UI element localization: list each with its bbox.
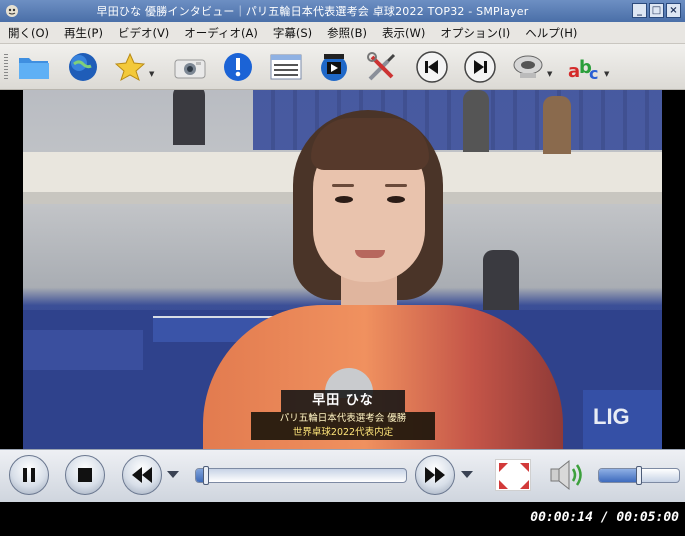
open-file-button[interactable] — [16, 49, 52, 85]
favorites-button[interactable] — [112, 49, 148, 85]
screenshot-button[interactable] — [172, 49, 208, 85]
interview-caption: 早田 ひな パリ五輪日本代表選考会 優勝 世界卓球2022代表内定 — [251, 390, 435, 440]
speaker-icon — [550, 459, 582, 491]
table-tennis-table — [23, 330, 143, 370]
menu-open[interactable]: 開く(O) — [8, 25, 49, 41]
maximize-button[interactable]: □ — [649, 3, 664, 18]
folder-icon — [19, 58, 49, 79]
pause-button[interactable] — [9, 455, 49, 495]
volume-handle[interactable] — [636, 466, 642, 485]
menu-view[interactable]: 表示(W) — [382, 25, 425, 41]
open-url-button[interactable] — [65, 49, 101, 85]
globe-icon — [69, 53, 97, 81]
minimize-button[interactable]: _ — [632, 3, 647, 18]
menu-help[interactable]: ヘルプ(H) — [525, 25, 577, 41]
audio-dropdown-arrow[interactable]: ▼ — [547, 70, 552, 78]
player-eye — [335, 196, 353, 203]
video-frame: LIG 早田 ひな パリ五輪日本代表選考会 優勝 世界卓球2022代表内定 — [23, 90, 662, 449]
menu-options[interactable]: オプション(I) — [440, 25, 510, 41]
stop-icon — [78, 468, 92, 482]
subtitles-menu-icon: abc — [568, 57, 598, 83]
star-icon — [115, 52, 145, 82]
fullscreen-button[interactable] — [495, 459, 531, 491]
player-bangs — [311, 118, 429, 170]
menu-audio[interactable]: オーディオ(A) — [184, 25, 258, 41]
file-info-button[interactable] — [220, 49, 256, 85]
playlist-button[interactable] — [268, 49, 304, 85]
video-settings-icon — [321, 54, 347, 81]
audio-menu-icon — [513, 55, 543, 78]
previous-icon — [416, 51, 448, 83]
previous-button[interactable] — [414, 49, 450, 85]
background-person — [463, 90, 489, 152]
subtitles-dropdown-arrow[interactable]: ▼ — [604, 70, 609, 78]
info-icon — [224, 53, 252, 81]
audio-track-button[interactable] — [510, 49, 546, 85]
preferences-icon — [367, 52, 396, 81]
preferences-button[interactable] — [364, 49, 400, 85]
fullscreen-icon — [499, 463, 529, 489]
caption-name: 早田 ひな — [281, 390, 405, 412]
next-icon — [464, 51, 496, 83]
background-person — [543, 96, 571, 154]
favorites-dropdown-arrow[interactable]: ▼ — [149, 70, 154, 78]
rewind-icon — [132, 467, 152, 483]
player-mouth — [355, 250, 385, 258]
forward-dropdown-arrow[interactable] — [461, 471, 473, 478]
status-bar: 00:00:14 / 00:05:00 — [0, 502, 685, 536]
svg-text:c: c — [589, 64, 598, 83]
background-person — [173, 90, 205, 145]
title-bar: 早田ひな 優勝インタビュー｜パリ五輪日本代表選考会 卓球2022 TOP32 -… — [0, 0, 685, 22]
mute-button[interactable] — [547, 457, 587, 493]
menu-play[interactable]: 再生(P) — [64, 25, 103, 41]
camera-icon — [174, 59, 206, 79]
caption-line-2: 世界卓球2022代表内定 — [251, 426, 435, 440]
stop-button[interactable] — [65, 455, 105, 495]
volume-fill — [599, 469, 639, 482]
volume-slider[interactable] — [598, 466, 680, 485]
video-display[interactable]: LIG 早田 ひな パリ五輪日本代表選考会 優勝 世界卓球2022代表内定 — [0, 90, 685, 449]
main-toolbar: ▼ ▼ abc ▼ — [0, 44, 685, 90]
menu-bar: 開く(O) 再生(P) ビデオ(V) オーディオ(A) 字幕(S) 参照(B) … — [0, 22, 685, 44]
time-display: 00:00:14 / 00:05:00 — [530, 510, 679, 525]
control-bar — [0, 449, 685, 502]
pause-icon — [23, 468, 35, 482]
rewind-button[interactable] — [122, 455, 162, 495]
video-equalizer-button[interactable] — [316, 49, 352, 85]
subtitles-button[interactable]: abc — [566, 49, 602, 85]
playlist-icon — [270, 54, 302, 80]
toolbar-grip[interactable] — [4, 54, 8, 80]
forward-button[interactable] — [415, 455, 455, 495]
caption-line-1: パリ五輪日本代表選考会 優勝 — [251, 412, 435, 426]
seek-bar[interactable] — [195, 466, 407, 485]
player-brow — [385, 184, 407, 187]
forward-icon — [425, 467, 445, 483]
menu-browse[interactable]: 参照(B) — [327, 25, 367, 41]
player-brow — [332, 184, 354, 187]
menu-subtitles[interactable]: 字幕(S) — [273, 25, 312, 41]
seek-handle[interactable] — [202, 466, 209, 485]
next-button[interactable] — [462, 49, 498, 85]
close-button[interactable]: × — [666, 3, 681, 18]
sponsor-board: LIG — [583, 390, 662, 449]
window-title: 早田ひな 優勝インタビュー｜パリ五輪日本代表選考会 卓球2022 TOP32 -… — [96, 5, 529, 18]
menu-video[interactable]: ビデオ(V) — [118, 25, 169, 41]
rewind-dropdown-arrow[interactable] — [167, 471, 179, 478]
player-eye — [387, 196, 405, 203]
